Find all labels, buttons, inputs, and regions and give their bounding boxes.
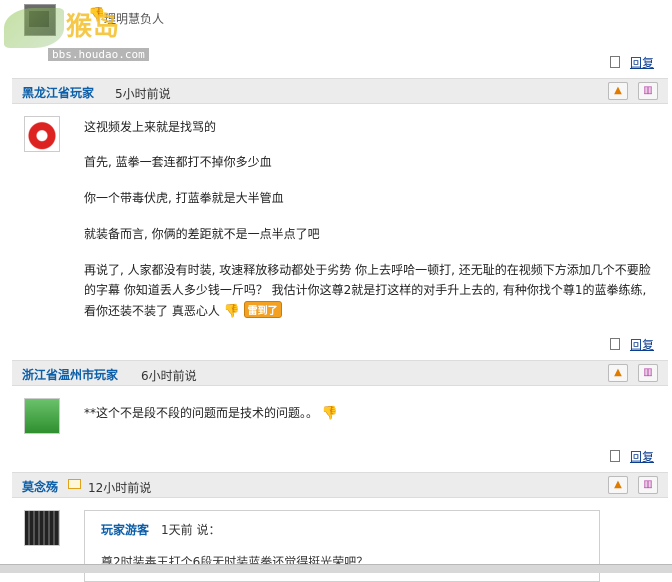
comment-line: 你一个带毒伏虎, 打蓝拳就是大半管血	[84, 191, 284, 205]
quoted-username[interactable]: 玩家游客	[101, 521, 149, 538]
comment-line-wrap: **这个不是段不段的问题而是技术的问题。。 👎	[84, 404, 338, 421]
comment-line: 首先, 蓝拳一套连都打不掉你多少血	[84, 155, 272, 169]
trash-icon[interactable]: ▥	[638, 82, 658, 100]
quoted-meta: 1天前 说：	[161, 523, 221, 537]
mail-icon[interactable]	[68, 479, 81, 489]
trash-icon[interactable]: ▥	[638, 364, 658, 382]
avatar[interactable]	[24, 4, 56, 36]
reply-link[interactable]: 回复	[630, 450, 654, 464]
avatar[interactable]	[24, 510, 60, 546]
previous-comment-text: 理明慧负人	[104, 12, 165, 26]
thumb-down-icon: 👎	[223, 304, 240, 319]
document-icon	[610, 338, 621, 350]
comment-line-last: 看你还装不装了 真恶心人 👎 雷到了	[84, 301, 282, 319]
reply-link[interactable]: 回复	[630, 56, 654, 70]
mood-badge: 雷到了	[243, 301, 282, 318]
comment-header: 浙江省温州市玩家 6小时前说 ▲ ▥	[12, 360, 668, 386]
comment-line: 就装备而言, 你俩的差距就不是一点半点了吧	[84, 227, 320, 241]
thumb-up-icon[interactable]: ▲	[608, 82, 628, 100]
document-icon	[610, 450, 621, 462]
thumb-down-icon: 👎	[88, 7, 106, 23]
comment-username[interactable]: 莫念殇	[22, 478, 58, 495]
thumb-up-icon[interactable]: ▲	[608, 476, 628, 494]
comment-line: 看你还装不装了 真恶心人	[84, 304, 220, 318]
thumb-up-icon[interactable]: ▲	[608, 364, 628, 382]
reply-link[interactable]: 回复	[630, 338, 654, 352]
reply-row: 回复	[610, 448, 654, 465]
document-icon	[610, 56, 621, 68]
thumb-down-icon: 👎	[321, 406, 339, 421]
trash-icon[interactable]: ▥	[638, 476, 658, 494]
comment-username[interactable]: 浙江省温州市玩家	[22, 366, 118, 383]
comment-header: 黑龙江省玩家 5小时前说 ▲ ▥	[12, 78, 668, 104]
comment-time: 5小时前说	[115, 87, 171, 101]
comment-time: 12小时前说	[88, 481, 152, 495]
avatar[interactable]	[24, 116, 60, 152]
avatar[interactable]	[24, 398, 60, 434]
comment-line: 的字幕 你知道丢人多少钱一斤吗？ 我估计你这尊2就是打这样的对手升上去的, 有种…	[84, 283, 647, 297]
comment-username[interactable]: 黑龙江省玩家	[22, 84, 94, 101]
comment-line: 再说了, 人家都没有时装, 攻速释放移动都处于劣势 你上去呼哈一顿打, 还无耻的…	[84, 263, 651, 277]
comment-time: 6小时前说	[141, 369, 197, 383]
comment-line: 这视频发上来就是找骂的	[84, 120, 217, 134]
reply-row: 回复	[610, 54, 654, 71]
watermark-url: bbs.houdao.com	[48, 48, 149, 61]
comment-line: **这个不是段不段的问题而是技术的问题。。	[84, 406, 319, 420]
comment-header: 莫念殇 12小时前说 ▲ ▥	[12, 472, 668, 498]
reply-row: 回复	[610, 336, 654, 353]
